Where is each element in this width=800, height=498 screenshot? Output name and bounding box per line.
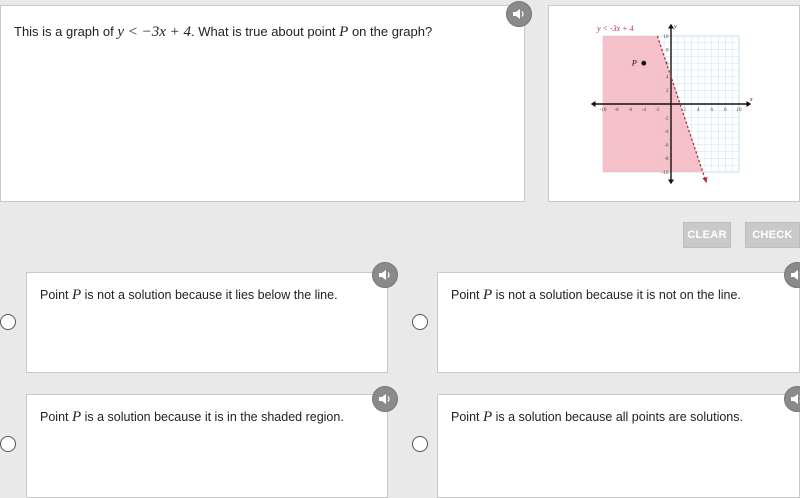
choice-3-audio-button[interactable]: [372, 386, 398, 412]
choice-2-point: P: [482, 287, 493, 303]
choice-4-text: Point P is a solution because all points…: [451, 409, 743, 426]
choice-4-point: P: [482, 409, 493, 425]
check-button[interactable]: CHECK: [745, 222, 800, 248]
y-axis-label: y: [673, 24, 677, 30]
choice-2-text: Point P is not a solution because it is …: [451, 287, 741, 304]
point-p-label: P: [631, 58, 637, 68]
graph-panel: -10 -8 -6 -4 -2 2 4 6 8 10 10 8 6 4 2 -2 -4 -6 -8 -10 x y y < …: [548, 5, 800, 202]
choice-1-card[interactable]: Point P is not a solution because it lie…: [26, 272, 388, 373]
x-tick-label: -6: [628, 108, 633, 113]
speaker-icon: [379, 394, 390, 404]
x-tick-label: -2: [655, 108, 660, 113]
choice-4-prefix: Point: [451, 410, 483, 424]
question-text-start: This is a graph of: [14, 24, 118, 39]
question-text: This is a graph of y < −3x + 4. What is …: [14, 24, 432, 41]
boundary-line-arrow: [702, 177, 708, 184]
choice-4-suffix: is a solution because all points are sol…: [492, 410, 743, 424]
question-text-end: on the graph?: [348, 24, 433, 39]
choice-1-radio[interactable]: [0, 314, 16, 330]
question-point-label: P: [339, 24, 349, 40]
x-tick-label: 10: [737, 108, 743, 113]
question-audio-button[interactable]: [506, 1, 532, 27]
choice-2-suffix: is not a solution because it is not on t…: [492, 288, 741, 302]
choice-1-suffix: is not a solution because it lies below …: [81, 288, 338, 302]
x-tick-label: -10: [600, 108, 607, 113]
y-tick-label: -8: [664, 157, 669, 162]
x-tick-label: -4: [642, 108, 647, 113]
clear-button[interactable]: CLEAR: [683, 222, 731, 248]
choice-3-point: P: [71, 409, 82, 425]
choice-2-prefix: Point: [451, 288, 483, 302]
y-tick-label: 10: [664, 35, 670, 40]
choice-1-prefix: Point: [40, 288, 72, 302]
choice-1-text: Point P is not a solution because it lie…: [40, 287, 338, 304]
y-tick-label: -10: [662, 171, 669, 176]
choice-4-radio[interactable]: [412, 436, 428, 452]
choice-3-radio[interactable]: [0, 436, 16, 452]
speaker-icon: [791, 270, 800, 280]
y-axis-arrow-down: [668, 179, 674, 185]
choice-3-card[interactable]: Point P is a solution because it is in t…: [26, 394, 388, 498]
choice-3-text: Point P is a solution because it is in t…: [40, 409, 344, 426]
speaker-icon: [513, 9, 524, 19]
speaker-icon: [791, 394, 800, 404]
choice-1-audio-button[interactable]: [372, 262, 398, 288]
x-tick-label: -8: [615, 108, 620, 113]
choice-3-prefix: Point: [40, 410, 72, 424]
x-axis-label: x: [749, 97, 753, 103]
y-tick-label: -2: [664, 116, 669, 121]
choice-4-card[interactable]: Point P is a solution because all points…: [437, 394, 800, 498]
question-text-middle: . What is true about point: [191, 24, 340, 39]
choice-2-radio[interactable]: [412, 314, 428, 330]
choice-1-point: P: [71, 287, 82, 303]
question-panel: This is a graph of y < −3x + 4. What is …: [0, 5, 525, 202]
x-axis-arrow-left: [590, 101, 596, 107]
inequality-label: y < -3x + 4: [596, 24, 634, 33]
question-inequality: y < −3x + 4: [117, 24, 192, 40]
choice-3-suffix: is a solution because it is in the shade…: [81, 410, 344, 424]
speaker-icon: [379, 270, 390, 280]
point-p-marker: [641, 60, 647, 66]
y-tick-label: -4: [664, 130, 669, 135]
y-tick-label: -6: [664, 144, 669, 149]
inequality-graph: -10 -8 -6 -4 -2 2 4 6 8 10108642-2-4-6-8-10xyy < …: [590, 23, 753, 185]
choice-2-card[interactable]: Point P is not a solution because it is …: [437, 272, 800, 373]
